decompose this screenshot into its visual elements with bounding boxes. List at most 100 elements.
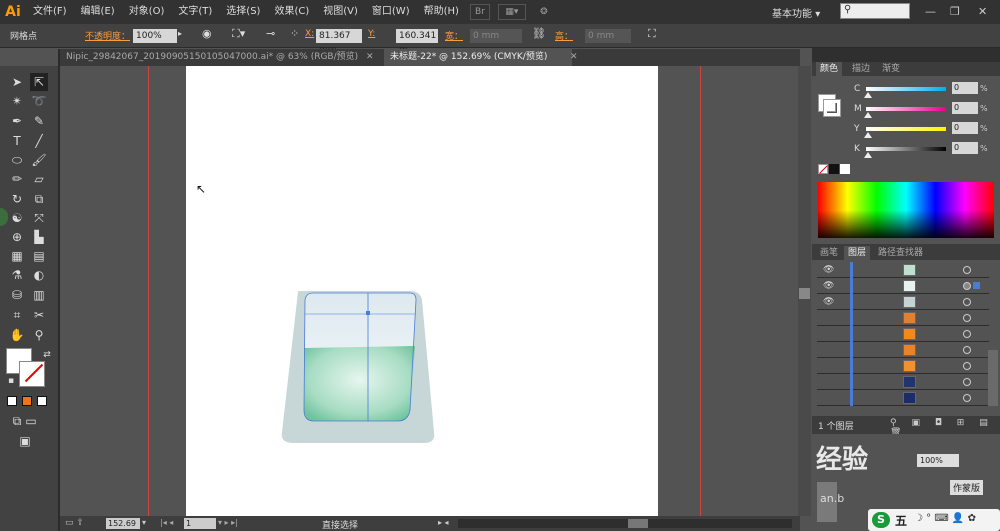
slice-icon[interactable]: ✂ <box>30 306 48 324</box>
curvature-icon[interactable]: ✎ <box>30 112 48 130</box>
pen-tool-icon[interactable]: ✒ <box>8 112 26 130</box>
layer-row[interactable] <box>817 390 989 406</box>
next-page-icon[interactable]: ▾ ▸ ▸| <box>218 518 238 527</box>
layer-row[interactable]: 👁 <box>817 294 989 310</box>
zoom-tool-icon[interactable]: ⚲ <box>30 326 48 344</box>
workspace-switcher[interactable]: 基本功能 ▾ <box>772 5 820 20</box>
hand-tool-icon[interactable]: ✋ <box>8 326 26 344</box>
direct-selection-tool-icon[interactable]: ⇱ <box>30 73 48 91</box>
selection-tool-icon[interactable]: ➤ <box>8 73 26 91</box>
tab-stroke[interactable]: 描边 <box>848 62 874 76</box>
selection-indicator[interactable] <box>973 282 980 289</box>
layer-row[interactable] <box>817 342 989 358</box>
m-slider-thumb[interactable] <box>864 112 872 118</box>
sogou-icon[interactable]: S <box>872 512 890 528</box>
color-spectrum[interactable] <box>818 182 994 238</box>
width-field[interactable]: 0 mm <box>470 29 522 43</box>
m-slider-track[interactable] <box>866 107 946 111</box>
default-colors-icon[interactable]: ▪ <box>2 372 20 390</box>
warp-icon[interactable]: ☯ <box>8 209 26 227</box>
opacity-field[interactable]: 100% <box>133 29 177 43</box>
magic-wand-icon[interactable]: ✴ <box>8 92 26 110</box>
page-field[interactable]: 1 <box>184 518 216 529</box>
target-circle-icon[interactable] <box>963 330 971 338</box>
layer-row[interactable]: 👁 <box>817 262 989 278</box>
target-circle-icon[interactable] <box>963 266 971 274</box>
status-menu-icon[interactable]: ▸ ◂ <box>438 518 449 527</box>
link-icon[interactable]: ⛓ <box>532 27 546 40</box>
menu-item[interactable]: 选择(S) <box>219 0 267 24</box>
y-field[interactable]: 160.341 m <box>396 29 438 55</box>
rotate-icon[interactable]: ↻ <box>8 190 26 208</box>
target-circle-icon[interactable] <box>963 378 971 386</box>
menu-item[interactable]: 编辑(E) <box>74 0 122 24</box>
make-mask-button[interactable]: 作蒙版 <box>950 480 984 495</box>
horizontal-scrollbar[interactable] <box>458 519 792 528</box>
target-circle-icon[interactable] <box>963 394 971 402</box>
ime-icons[interactable]: ☽ ° ⌨ 👤 ✿ <box>914 513 976 524</box>
target-circle-icon[interactable] <box>963 362 971 370</box>
change-screen-mode-icon[interactable]: ▣ <box>16 432 34 450</box>
height-field[interactable]: 0 mm <box>585 29 631 43</box>
lasso-icon[interactable]: ➰ <box>30 92 48 110</box>
tab-brushes[interactable]: 画笔 <box>816 246 842 260</box>
swap-icon[interactable]: ⇄ <box>38 346 56 364</box>
arrange-documents-icon[interactable]: ▦▾ <box>497 4 526 20</box>
screen-mode-icon[interactable]: ▭ <box>22 412 40 430</box>
y-slider-track[interactable] <box>866 127 946 131</box>
tab-nipic[interactable]: Nipic_29842067_20190905150105047000.ai* … <box>60 49 378 66</box>
none-mode-icon[interactable] <box>37 396 47 406</box>
mesh-icon[interactable]: ▦ <box>8 247 26 265</box>
none-swatch[interactable] <box>818 164 828 174</box>
target-circle-icon[interactable] <box>963 314 971 322</box>
target-circle-icon[interactable] <box>963 282 971 290</box>
k-slider-track[interactable] <box>866 147 946 151</box>
stroke-swatch-small[interactable] <box>823 99 841 117</box>
c-slider-track[interactable] <box>866 87 946 91</box>
x-field[interactable]: 81.367 mm <box>316 29 362 55</box>
layer-row[interactable] <box>817 374 989 390</box>
artwork-glass[interactable] <box>260 280 460 460</box>
gradient-icon[interactable]: ▤ <box>30 247 48 265</box>
k-value-field[interactable]: 0 <box>952 142 978 154</box>
close-button[interactable]: ✕ <box>978 5 987 18</box>
target-circle-icon[interactable] <box>963 298 971 306</box>
pencil-icon[interactable]: ✏ <box>8 170 26 188</box>
stroke-swatch[interactable] <box>19 361 45 387</box>
close-tab-icon[interactable]: ✕ <box>570 49 578 66</box>
zoom-field[interactable]: 152.69 <box>106 518 140 529</box>
reference-point-icon[interactable]: ⁘ <box>290 27 299 40</box>
menu-item[interactable]: 效果(C) <box>267 0 316 24</box>
opacity-label[interactable]: 不透明度： <box>85 29 130 42</box>
tab-layers[interactable]: 图层 <box>844 246 871 260</box>
k-slider-thumb[interactable] <box>864 152 872 158</box>
layer-row[interactable]: 👁 <box>817 278 989 294</box>
symbol-sprayer-icon[interactable]: ⛁ <box>8 286 26 304</box>
anchor-convert-icon[interactable]: ⊸ <box>266 27 275 40</box>
tab-untitled-22[interactable]: 未标题-22* @ 152.69% (CMYK/预览) <box>384 49 572 66</box>
menu-item[interactable]: 视图(V) <box>316 0 365 24</box>
scale-icon[interactable]: ⧉ <box>30 190 48 208</box>
eyedropper-icon[interactable]: ⚗ <box>8 266 26 284</box>
layer-row[interactable] <box>817 310 989 326</box>
artboard-tool-icon[interactable]: ⌗ <box>8 306 26 324</box>
c-value-field[interactable]: 0 <box>952 82 978 94</box>
blend-icon[interactable]: ◐ <box>30 266 48 284</box>
paintbrush-icon[interactable]: 🖌 <box>30 151 48 169</box>
ime-mode-label[interactable]: 五 <box>895 512 907 529</box>
gradient-mode-icon[interactable] <box>22 396 32 406</box>
visibility-eye-icon[interactable]: 👁 <box>823 297 834 307</box>
y-slider-thumb[interactable] <box>864 132 872 138</box>
white-swatch[interactable] <box>840 164 850 174</box>
layers-scrollbar[interactable] <box>988 350 998 406</box>
isolate-icon[interactable]: ⛶ <box>648 27 656 41</box>
close-tab-icon[interactable]: ✕ <box>366 49 374 66</box>
black-swatch[interactable] <box>829 164 839 174</box>
recolor-icon[interactable]: ◉ <box>202 27 212 40</box>
color-mode-icon[interactable] <box>7 396 17 406</box>
free-transform-icon[interactable]: ⤧ <box>30 209 48 227</box>
menu-item[interactable]: 帮助(H) <box>417 0 466 24</box>
first-page-icon[interactable]: |◂ ◂ <box>160 518 173 527</box>
menu-item[interactable]: 对象(O) <box>122 0 172 24</box>
restore-button[interactable]: ❐ <box>950 5 960 18</box>
